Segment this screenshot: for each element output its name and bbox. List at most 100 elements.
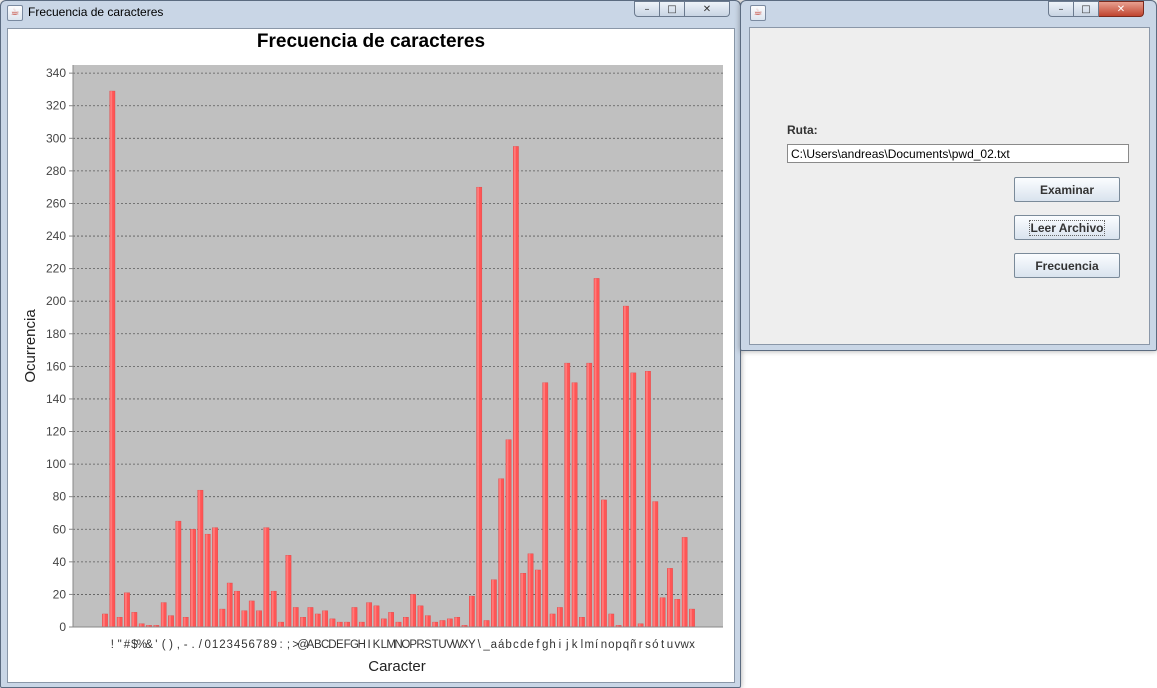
ruta-label: Ruta: <box>787 123 818 137</box>
minimize-icon: – <box>644 3 650 15</box>
x-tick-label: ' <box>155 639 157 651</box>
x-tick-label: x <box>689 639 695 651</box>
close-button[interactable]: ✕ <box>1099 1 1144 17</box>
x-tick-label: 3 <box>227 639 233 651</box>
bar-highlight <box>345 622 347 627</box>
x-tick-label: r <box>639 639 643 651</box>
bar-highlight <box>550 613 553 627</box>
bar-highlight <box>227 583 230 627</box>
minimize-icon: – <box>1058 3 1064 15</box>
maximize-icon: □ <box>667 3 677 15</box>
x-tick-label: : <box>279 639 282 651</box>
bar-highlight <box>323 610 325 627</box>
bar-highlight <box>667 568 670 627</box>
bar-highlight <box>623 306 626 627</box>
x-tick-label: 0 <box>205 639 211 651</box>
bar-highlight <box>587 363 590 627</box>
x-tick-label: u <box>667 639 673 651</box>
x-tick-label: K <box>373 639 381 651</box>
bar-highlight <box>176 521 179 627</box>
bar-highlight <box>484 620 487 627</box>
bar-highlight <box>374 605 377 627</box>
bar-highlight <box>220 609 223 627</box>
bar-highlight <box>315 613 318 627</box>
bar-highlight <box>132 612 135 627</box>
close-button[interactable]: ✕ <box>685 1 730 17</box>
maximize-button[interactable]: □ <box>1074 1 1099 17</box>
leer-archivo-button-label: Leer Archivo <box>1028 219 1106 236</box>
y-tick-label: 340 <box>46 66 66 80</box>
x-axis-label: Caracter <box>368 658 426 675</box>
bar-highlight <box>403 617 406 627</box>
x-tick-label: g <box>542 639 548 651</box>
x-tick-label: ó <box>652 639 658 651</box>
bar-highlight <box>491 579 494 627</box>
chart-window-title: Frecuencia de caracteres <box>28 5 164 19</box>
minimize-button[interactable]: – <box>1048 1 1074 17</box>
leer-archivo-button[interactable]: Leer Archivo <box>1014 215 1120 240</box>
x-tick-label: . <box>191 639 194 651</box>
x-tick-label: b <box>505 639 511 651</box>
maximize-icon: □ <box>1081 3 1091 15</box>
bar-highlight <box>675 599 678 627</box>
y-tick-label: 20 <box>53 587 67 601</box>
examinar-button[interactable]: Examinar <box>1014 177 1120 202</box>
bar-highlight <box>352 607 355 627</box>
close-icon: ✕ <box>1116 3 1126 15</box>
x-tick-label: - <box>184 639 188 651</box>
x-tick-label: I <box>368 639 371 651</box>
bar-highlight <box>286 555 289 627</box>
bar-highlight <box>601 499 604 627</box>
bar-highlight <box>183 617 186 627</box>
bar-highlight <box>367 602 369 627</box>
bar-highlight <box>198 490 201 627</box>
x-tick-label: m <box>584 639 594 651</box>
bar-highlight <box>257 610 259 627</box>
x-tick-label: 9 <box>271 639 277 651</box>
bar-highlight <box>689 609 692 627</box>
x-tick-label: 2 <box>219 639 225 651</box>
bar-highlight <box>161 602 164 627</box>
frecuencia-button[interactable]: Frecuencia <box>1014 253 1120 278</box>
x-tick-label: l <box>581 639 584 651</box>
form-window-titlebar[interactable]: ☕ – □ ✕ <box>741 1 1156 23</box>
x-tick-label: á <box>498 639 505 651</box>
form-window-caption-buttons: – □ ✕ <box>1048 1 1144 18</box>
bar-highlight <box>117 617 120 627</box>
x-tick-label: & <box>145 639 153 651</box>
x-tick-label: 8 <box>263 639 269 651</box>
x-tick-label: 4 <box>234 639 241 651</box>
x-tick-label: 7 <box>256 639 262 651</box>
path-input[interactable] <box>787 144 1129 163</box>
bar-highlight <box>124 592 127 627</box>
x-tick-label: ) <box>169 639 173 651</box>
bar-highlight <box>682 537 685 627</box>
x-tick-label: q <box>623 639 629 651</box>
y-tick-label: 160 <box>46 359 66 373</box>
bar-highlight <box>653 501 656 627</box>
x-tick-label: t <box>661 639 665 651</box>
maximize-button[interactable]: □ <box>660 1 685 17</box>
bar-highlight <box>543 382 546 627</box>
x-tick-label: 1 <box>212 639 218 651</box>
x-tick-label: c <box>513 639 519 651</box>
y-tick-label: 280 <box>46 164 66 178</box>
bar-highlight <box>433 622 435 627</box>
bar-highlight <box>499 478 502 627</box>
x-tick-label: # <box>124 639 131 651</box>
y-tick-label: 180 <box>46 327 66 341</box>
x-tick-label: n <box>601 639 607 651</box>
chart-window-caption-buttons: – □ ✕ <box>634 1 730 18</box>
examinar-button-label: Examinar <box>1039 182 1095 197</box>
bar-highlight <box>535 569 538 627</box>
frecuencia-button-label: Frecuencia <box>1035 258 1099 273</box>
chart-window-titlebar[interactable]: ☕ Frecuencia de caracteres – □ ✕ <box>1 1 740 23</box>
bar-highlight <box>102 613 105 627</box>
minimize-button[interactable]: – <box>634 1 660 17</box>
x-tick-label: \ <box>478 639 482 651</box>
bar-highlight <box>264 527 267 627</box>
bar-highlight <box>609 613 612 627</box>
bar-highlight <box>330 618 333 627</box>
bar-highlight <box>191 529 193 627</box>
bar-highlight <box>631 372 634 627</box>
